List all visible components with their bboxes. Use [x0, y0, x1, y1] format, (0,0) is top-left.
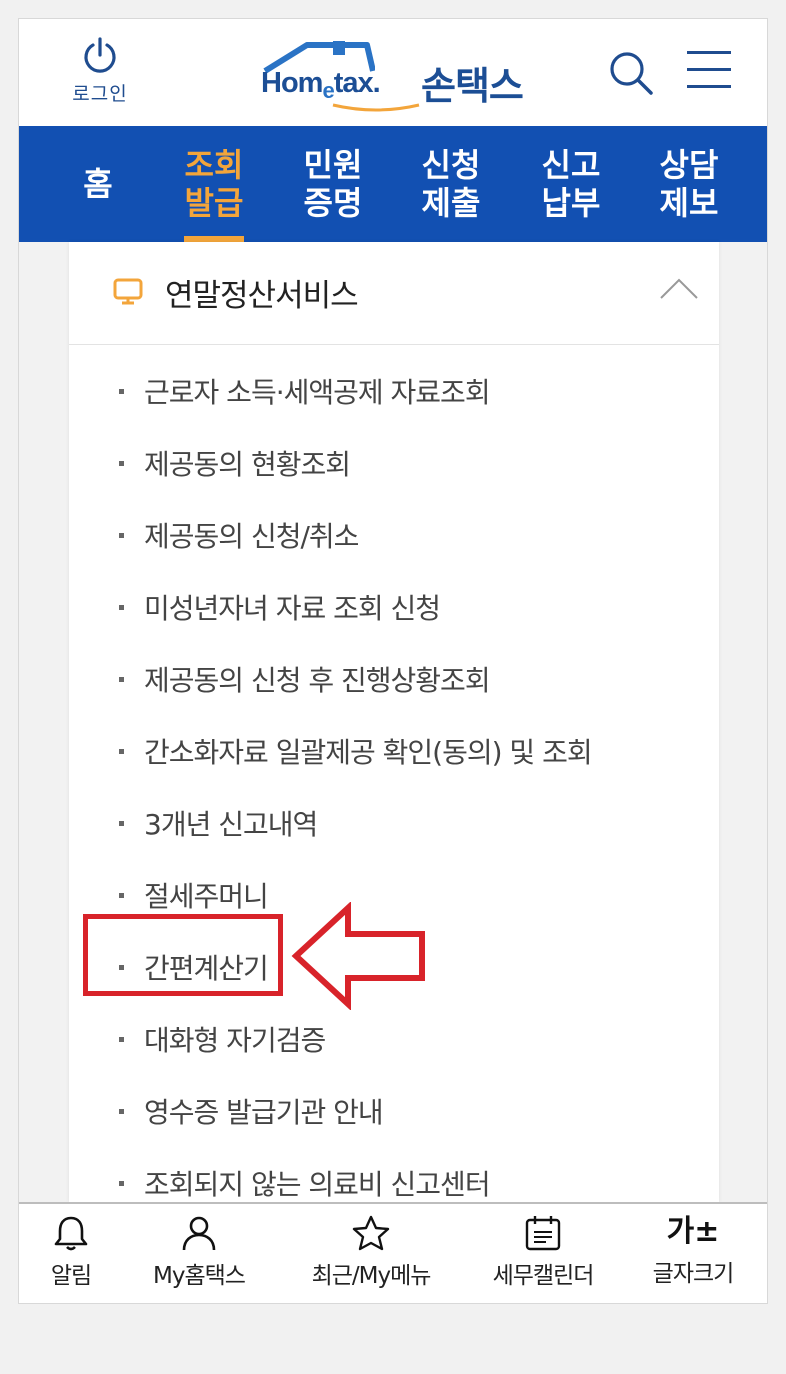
nav-label: 홈	[83, 165, 113, 203]
tab-label: 세무캘린더	[492, 1263, 595, 1289]
list-item-label: 절세주머니	[144, 880, 269, 913]
bullet	[119, 1036, 124, 1042]
monitor-icon	[113, 278, 143, 305]
bullet	[119, 820, 124, 826]
list-item[interactable]: 제공동의 현황조회	[119, 443, 351, 483]
tab-my-hometax[interactable]: My홈택스	[143, 1214, 255, 1303]
tab-font-size[interactable]: 가± 글자크기	[645, 1214, 741, 1303]
hamburger-icon	[687, 51, 731, 54]
nav-label: 조회 발급	[184, 146, 244, 222]
bullet	[119, 892, 124, 898]
power-icon	[84, 37, 116, 73]
logo-english: Hometax.	[261, 67, 381, 103]
section-title: 연말정산서비스	[165, 278, 359, 314]
tab-label: 알림	[50, 1263, 92, 1289]
nav-civil-certificate[interactable]: 민원 증명	[301, 126, 365, 242]
highlight-box	[83, 914, 283, 996]
list-item-label: 제공동의 신청/취소	[144, 520, 359, 553]
tab-label: 글자크기	[652, 1261, 735, 1287]
phone-frame: 로그인 Hometax. 손택스 홈 조회 발급 민원 증명 신청 제출 신고 …	[18, 18, 768, 1304]
list-item-label: 조회되지 않는 의료비 신고센터	[144, 1168, 491, 1201]
list-item-label: 영수증 발급기관 안내	[144, 1096, 384, 1129]
bell-icon	[54, 1216, 88, 1251]
list-item-label: 간소화자료 일괄제공 확인(동의) 및 조회	[144, 736, 593, 769]
bullet	[119, 532, 124, 538]
nav-label: 민원 증명	[303, 146, 363, 222]
list-item-label: 미성년자녀 자료 조회 신청	[144, 592, 441, 625]
hometax-logo[interactable]: Hometax. 손택스	[261, 41, 551, 112]
list-item[interactable]: 영수증 발급기관 안내	[119, 1091, 384, 1131]
bullet	[119, 388, 124, 394]
nav-apply-submit[interactable]: 신청 제출	[419, 126, 483, 242]
person-icon	[182, 1216, 216, 1251]
section-card: 연말정산서비스 근로자 소득·세액공제 자료조회 제공동의 현황조회 제공동의 …	[69, 242, 719, 1202]
tab-label: 최근/My메뉴	[311, 1263, 432, 1289]
tab-recent-my-menu[interactable]: 최근/My메뉴	[301, 1214, 441, 1303]
list-item[interactable]: 대화형 자기검증	[119, 1019, 326, 1059]
list-item[interactable]: 3개년 신고내역	[119, 803, 318, 843]
chevron-up-icon[interactable]	[659, 272, 699, 302]
list-item-label: 제공동의 신청 후 진행상황조회	[144, 664, 491, 697]
bottom-tab-bar: 알림 My홈택스 최근/My메뉴 세무캘린더 가± 글자크기	[19, 1202, 767, 1303]
list-item[interactable]: 절세주머니	[119, 875, 269, 915]
list-item-label: 대화형 자기검증	[144, 1024, 326, 1057]
bullet	[119, 460, 124, 466]
tab-label: My홈택스	[153, 1263, 246, 1289]
hamburger-line	[687, 68, 731, 71]
main-nav: 홈 조회 발급 민원 증명 신청 제출 신고 납부 상담 제보	[19, 126, 767, 242]
nav-label: 상담 제보	[659, 146, 719, 222]
list-item[interactable]: 근로자 소득·세액공제 자료조회	[119, 371, 491, 411]
star-icon	[352, 1215, 390, 1251]
logo-swoosh	[332, 103, 420, 112]
nav-consult-report[interactable]: 상담 제보	[657, 126, 721, 242]
section-header[interactable]: 연말정산서비스	[69, 242, 719, 345]
list-item-label: 3개년 신고내역	[144, 808, 318, 841]
list-item[interactable]: 조회되지 않는 의료비 신고센터	[119, 1163, 491, 1203]
logo-korean: 손택스	[421, 64, 524, 108]
hamburger-line	[687, 85, 731, 88]
list-item[interactable]: 간소화자료 일괄제공 확인(동의) 및 조회	[119, 731, 593, 771]
nav-home[interactable]: 홈	[59, 126, 137, 242]
font-size-icon: 가±	[666, 1214, 720, 1249]
nav-label: 신청 제출	[421, 146, 481, 222]
login-button[interactable]: 로그인	[65, 37, 135, 107]
nav-label: 신고 납부	[541, 146, 601, 222]
menu-button[interactable]	[687, 51, 731, 91]
list-item-label: 근로자 소득·세액공제 자료조회	[144, 376, 491, 409]
app-header: 로그인 Hometax. 손택스	[19, 19, 767, 126]
bullet	[119, 1108, 124, 1114]
tab-notifications[interactable]: 알림	[41, 1214, 101, 1303]
list-item[interactable]: 미성년자녀 자료 조회 신청	[119, 587, 441, 627]
search-button[interactable]	[607, 49, 655, 97]
bullet	[119, 604, 124, 610]
list-item-label: 제공동의 현황조회	[144, 448, 351, 481]
bullet	[119, 748, 124, 754]
bullet	[119, 676, 124, 682]
list-item[interactable]: 제공동의 신청/취소	[119, 515, 359, 555]
nav-inquiry-issue[interactable]: 조회 발급	[184, 126, 244, 242]
search-icon	[610, 52, 653, 95]
calendar-icon	[525, 1216, 561, 1251]
content-area: 연말정산서비스 근로자 소득·세액공제 자료조회 제공동의 현황조회 제공동의 …	[19, 242, 767, 1202]
tab-tax-calendar[interactable]: 세무캘린더	[483, 1214, 603, 1303]
left-arrow-annotation	[291, 902, 425, 1010]
nav-report-pay[interactable]: 신고 납부	[539, 126, 603, 242]
login-label: 로그인	[72, 83, 128, 105]
bullet	[119, 1180, 124, 1186]
list-item[interactable]: 제공동의 신청 후 진행상황조회	[119, 659, 491, 699]
